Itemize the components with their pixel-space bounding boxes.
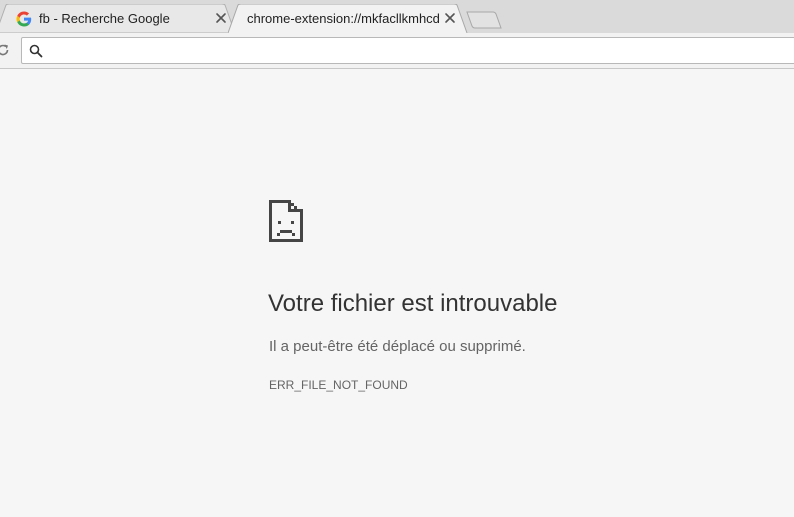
error-page: Votre fichier est introuvable Il a peut-… — [0, 69, 794, 517]
tab-google-search[interactable]: fb - Recherche Google — [0, 4, 236, 33]
tab-chrome-extension[interactable]: chrome-extension://mkfacllkmhcd — [228, 4, 468, 33]
google-icon — [16, 11, 32, 27]
address-bar[interactable] — [21, 37, 794, 64]
search-icon — [29, 44, 43, 58]
toolbar — [0, 33, 794, 69]
tab-strip: fb - Recherche Google chrome-extension:/… — [0, 0, 794, 33]
error-code: ERR_FILE_NOT_FOUND — [269, 378, 408, 392]
reload-icon[interactable] — [0, 43, 10, 57]
close-icon[interactable] — [214, 11, 228, 25]
tab-title: chrome-extension://mkfacllkmhcd — [247, 11, 440, 26]
address-input[interactable] — [50, 40, 790, 60]
tab-title: fb - Recherche Google — [39, 11, 170, 26]
new-tab-button[interactable] — [466, 11, 502, 29]
error-description: Il a peut-être été déplacé ou supprimé. — [269, 338, 526, 355]
close-icon[interactable] — [443, 11, 457, 25]
error-title: Votre fichier est introuvable — [268, 290, 558, 317]
sad-file-icon — [269, 200, 303, 242]
